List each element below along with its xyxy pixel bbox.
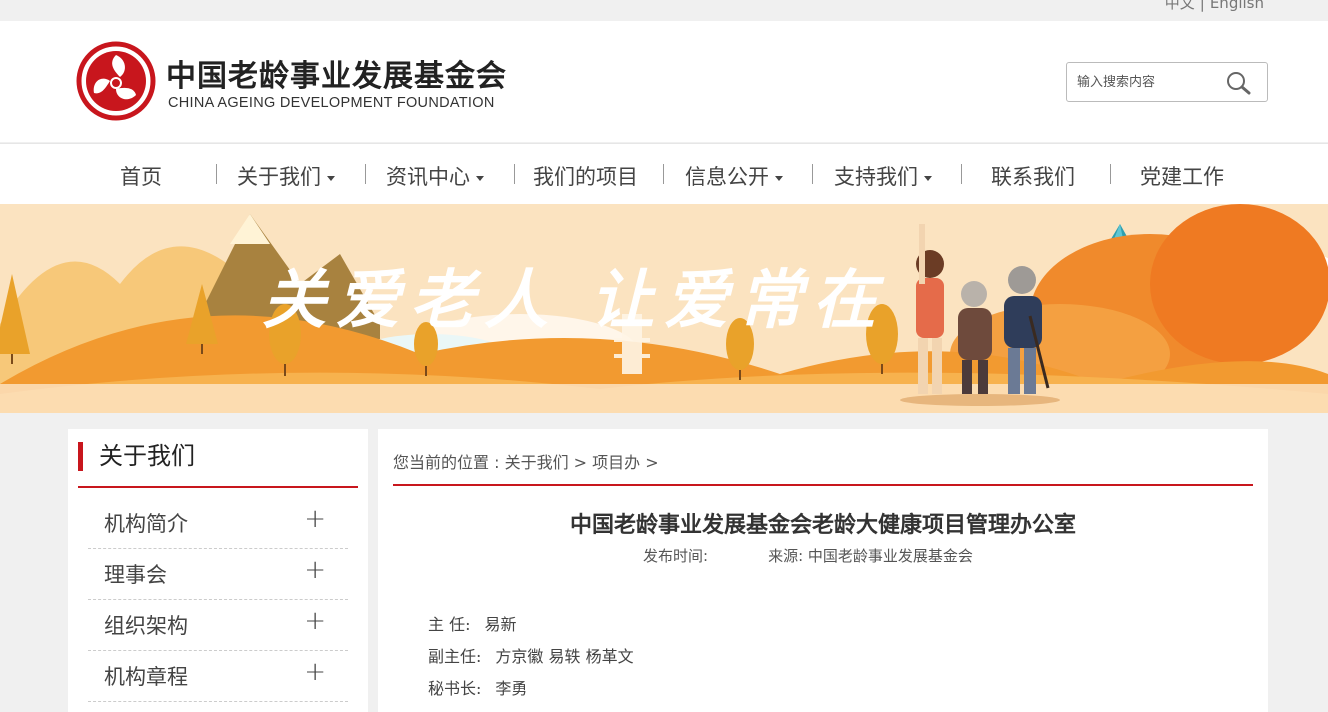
sidebar-item-intro[interactable]: 机构简介 + [88, 498, 348, 549]
sidebar-title: 关于我们 [78, 442, 195, 471]
sidebar-item-council[interactable]: 理事会 + [88, 549, 348, 600]
sidebar-item-label: 理事会 [104, 563, 167, 587]
nav-separator [514, 164, 515, 184]
nav-home[interactable]: 首页 [120, 161, 162, 189]
sidebar-item-structure[interactable]: 组织架构 + [88, 600, 348, 651]
nav-disclosure[interactable]: 信息公开 [685, 161, 783, 189]
publish-time-label: 发布时间: [643, 547, 709, 565]
nav-support[interactable]: 支持我们 [834, 161, 932, 189]
lang-zh-link[interactable]: 中文 [1165, 0, 1195, 12]
foundation-logo-icon[interactable] [76, 41, 156, 121]
article-title: 中国老龄事业发展基金会老龄大健康项目管理办公室 [569, 513, 1076, 538]
lang-en-link[interactable]: English [1210, 0, 1264, 12]
plus-icon[interactable]: + [304, 555, 326, 585]
staff-role: 秘书长: [428, 679, 482, 698]
plus-icon[interactable]: + [304, 657, 326, 687]
nav-projects[interactable]: 我们的项目 [533, 161, 638, 189]
hero-banner: 关爱老人 让爱常在 [0, 204, 1328, 413]
nav-separator [1110, 164, 1111, 184]
nav-contact[interactable]: 联系我们 [991, 161, 1075, 189]
breadcrumb-divider [393, 484, 1253, 486]
chevron-down-icon [924, 175, 932, 181]
site-title-cn: 中国老龄事业发展基金会 [166, 59, 507, 94]
sidebar-divider [78, 486, 358, 488]
sidebar-item-charter[interactable]: 机构章程 + [88, 651, 348, 702]
chevron-down-icon [775, 175, 783, 181]
language-bar: 中文 | English [0, 0, 1328, 21]
search-box [1066, 62, 1268, 102]
sidebar: 关于我们 机构简介 + 理事会 + 组织架构 + 机构章程 + [68, 429, 368, 712]
site-title-en: CHINA AGEING DEVELOPMENT FOUNDATION [168, 95, 495, 111]
nav-separator [365, 164, 366, 184]
main-content: 您当前的位置 : 关于我们 > 项目办 > 中国老龄事业发展基金会老龄大健康项目… [378, 429, 1268, 712]
nav-separator [961, 164, 962, 184]
search-icon[interactable] [1225, 70, 1253, 96]
sidebar-item-label: 机构章程 [104, 665, 188, 689]
staff-row: 主 任: 易新 [428, 611, 517, 635]
main-nav: 首页 关于我们 资讯中心 我们的项目 信息公开 支持我们 联系我们 党建工作 [0, 143, 1328, 204]
article-meta: 发布时间: 来源: 中国老龄事业发展基金会 [643, 545, 973, 566]
staff-names: 方京徽 易轶 杨革文 [495, 647, 634, 666]
chevron-down-icon [476, 175, 484, 181]
site-header: 中国老龄事业发展基金会 CHINA AGEING DEVELOPMENT FOU… [0, 21, 1328, 142]
chevron-down-icon [327, 175, 335, 181]
nav-news[interactable]: 资讯中心 [386, 161, 484, 189]
staff-row: 秘书长: 李勇 [428, 675, 527, 699]
sidebar-item-label: 机构简介 [104, 512, 188, 536]
banner-slogan: 关爱老人 让爱常在 [262, 263, 886, 338]
lang-separator: | [1199, 0, 1205, 12]
nav-separator [663, 164, 664, 184]
staff-row: 副主任: 方京徽 易轶 杨革文 [428, 643, 634, 667]
plus-icon[interactable]: + [304, 504, 326, 534]
staff-role: 主 任: [428, 615, 471, 634]
nav-separator [216, 164, 217, 184]
staff-names: 易新 [484, 615, 517, 634]
source-label: 来源: 中国老龄事业发展基金会 [768, 547, 973, 565]
staff-role: 副主任: [428, 647, 482, 666]
sidebar-item-label: 组织架构 [104, 614, 188, 638]
plus-icon[interactable]: + [304, 606, 326, 636]
language-switch: 中文 | English [1165, 0, 1264, 13]
staff-names: 李勇 [495, 679, 528, 698]
nav-about[interactable]: 关于我们 [237, 161, 335, 189]
nav-separator [812, 164, 813, 184]
nav-party[interactable]: 党建工作 [1140, 161, 1224, 189]
search-input[interactable] [1077, 71, 1227, 93]
breadcrumb[interactable]: 您当前的位置 : 关于我们 > 项目办 > [393, 449, 659, 473]
